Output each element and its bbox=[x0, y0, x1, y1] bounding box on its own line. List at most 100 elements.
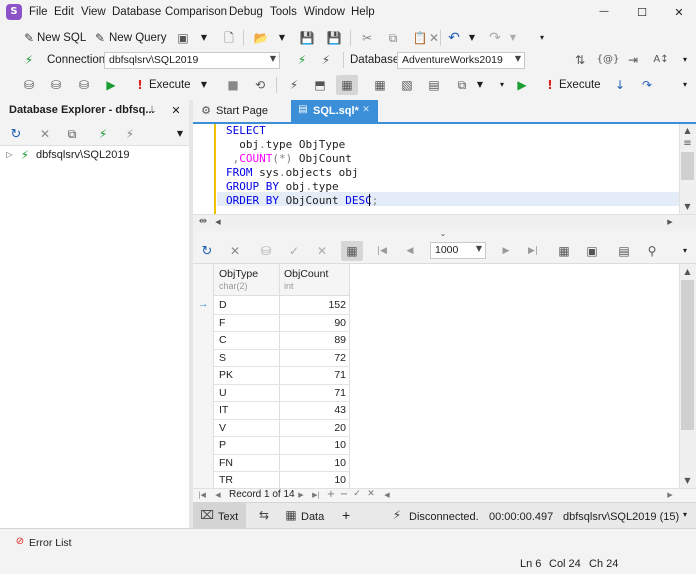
code-line[interactable]: ,COUNT(*) ObjCount bbox=[226, 152, 352, 165]
scroll-right-icon[interactable]: ▶ bbox=[665, 490, 675, 500]
cell-objcount[interactable]: 10 bbox=[280, 439, 346, 451]
scroll-right-icon[interactable]: ▶ bbox=[665, 217, 675, 227]
case-icon[interactable]: A↕ bbox=[653, 53, 669, 67]
cell-objcount[interactable]: 10 bbox=[280, 457, 346, 469]
dropdown-arrow-icon[interactable]: ▼ bbox=[475, 78, 485, 92]
post-record-icon[interactable]: ✓ bbox=[352, 489, 362, 500]
grid-view-icon[interactable]: ▦ bbox=[557, 244, 571, 258]
split-icon[interactable]: ≡ bbox=[682, 139, 693, 149]
prev-record-icon[interactable]: ◀ bbox=[213, 490, 223, 500]
format-icon[interactable]: ⇅ bbox=[573, 53, 587, 67]
menu-database[interactable]: Database bbox=[112, 6, 161, 18]
explorer-close-icon[interactable]: ✕ bbox=[170, 104, 182, 116]
new-query-icon[interactable]: ✎ bbox=[93, 31, 107, 45]
cell-objtype[interactable]: U bbox=[219, 387, 227, 399]
cancel-icon[interactable]: ✕ bbox=[228, 244, 242, 258]
apply-icon[interactable]: ⛁ bbox=[259, 244, 273, 258]
close-button[interactable]: ✕ bbox=[670, 5, 688, 19]
cell-objtype[interactable]: FN bbox=[219, 457, 233, 469]
scroll-left-icon[interactable]: ◀ bbox=[382, 490, 392, 500]
step-over-icon[interactable]: ↷ bbox=[640, 78, 654, 92]
cell-objtype[interactable]: P bbox=[219, 439, 226, 451]
menu-comparison[interactable]: Comparison bbox=[165, 6, 227, 18]
column-header-objcount[interactable]: ObjCount bbox=[284, 268, 328, 280]
cell-objcount[interactable]: 90 bbox=[280, 317, 346, 329]
undo-icon[interactable]: ↶ bbox=[447, 31, 461, 45]
table-icon[interactable]: ▤ bbox=[617, 244, 631, 258]
tree-item-server[interactable]: dbfsqlsrv\SQL2019 bbox=[36, 149, 130, 161]
new-sql-icon[interactable]: ✎ bbox=[22, 31, 36, 45]
layout-icon[interactable]: ▤ bbox=[427, 78, 441, 92]
minimize-button[interactable]: — bbox=[595, 5, 613, 19]
step-into-icon[interactable]: ↓ bbox=[613, 78, 627, 92]
grid-view-icon[interactable]: ▦ bbox=[340, 78, 354, 92]
pane-splitter-icon[interactable]: ⌄ bbox=[438, 230, 448, 238]
windows-icon[interactable]: ⧉ bbox=[455, 78, 469, 92]
cell-objtype[interactable]: S bbox=[219, 352, 226, 364]
code-line[interactable]: ORDER BY ObjCount DESC; bbox=[226, 194, 378, 207]
dropdown-arrow-icon[interactable]: ▼ bbox=[199, 31, 209, 45]
dropdown-arrow-icon[interactable]: ▼ bbox=[175, 127, 185, 141]
last-page-icon[interactable]: ▶| bbox=[526, 244, 540, 258]
menu-file[interactable]: File bbox=[29, 6, 48, 18]
menu-edit[interactable]: Edit bbox=[54, 6, 74, 18]
dropdown-arrow-icon[interactable]: ▼ bbox=[199, 78, 209, 92]
prev-page-icon[interactable]: ◀ bbox=[403, 244, 417, 258]
menu-view[interactable]: View bbox=[81, 6, 106, 18]
grid-mode-icon[interactable]: ▦ bbox=[345, 244, 359, 258]
next-page-icon[interactable]: ▶ bbox=[499, 244, 513, 258]
menu-window[interactable]: Window bbox=[304, 6, 345, 18]
disconnect-icon[interactable]: ⚡ bbox=[319, 53, 333, 67]
scroll-up-icon[interactable]: ▲ bbox=[682, 268, 693, 276]
scroll-left-icon[interactable]: ◀ bbox=[213, 217, 223, 227]
pin-icon[interactable]: ⊥ bbox=[146, 104, 158, 116]
scroll-down-icon[interactable]: ▼ bbox=[682, 477, 693, 485]
refresh-icon[interactable]: ↻ bbox=[200, 244, 214, 258]
save-icon[interactable]: 💾 bbox=[300, 31, 315, 45]
indent-icon[interactable]: ⇥ bbox=[626, 53, 640, 67]
connect-icon[interactable]: ⚡ bbox=[295, 53, 309, 67]
card-view-icon[interactable]: ▣ bbox=[585, 244, 599, 258]
image-icon[interactable]: ▧ bbox=[400, 78, 414, 92]
tab-start-page[interactable]: Start Page bbox=[216, 105, 268, 117]
export-icon[interactable]: ⬒ bbox=[313, 78, 327, 92]
tab-data[interactable]: Data bbox=[301, 511, 324, 523]
cell-objcount[interactable]: 71 bbox=[280, 387, 346, 399]
cell-objcount[interactable]: 152 bbox=[280, 299, 346, 311]
redo-icon[interactable]: ↷ bbox=[488, 31, 502, 45]
grid-scroll-thumb[interactable] bbox=[681, 280, 694, 430]
first-record-icon[interactable]: |◀ bbox=[197, 490, 207, 500]
first-page-icon[interactable]: |◀ bbox=[375, 244, 389, 258]
run-icon[interactable]: ▶ bbox=[515, 78, 529, 92]
delete-icon[interactable]: ✕ bbox=[38, 127, 52, 141]
tab-text[interactable]: Text bbox=[218, 511, 238, 523]
refresh-icon[interactable]: ↻ bbox=[9, 127, 23, 141]
execute-icon[interactable]: ! bbox=[545, 78, 555, 92]
cell-objcount[interactable]: 71 bbox=[280, 369, 346, 381]
remove-record-icon[interactable]: − bbox=[339, 489, 349, 500]
properties-icon[interactable]: ⧉ bbox=[65, 127, 79, 141]
last-record-icon[interactable]: ▶| bbox=[311, 490, 321, 500]
more-icon[interactable]: ▾ bbox=[680, 244, 690, 258]
more-icon[interactable]: ▾ bbox=[680, 78, 690, 92]
maximize-button[interactable]: ☐ bbox=[633, 5, 651, 19]
split-horizontal-icon[interactable]: ⇹ bbox=[197, 216, 209, 228]
run-icon[interactable]: ▶ bbox=[104, 78, 118, 92]
dropdown-arrow-icon[interactable]: ▼ bbox=[277, 31, 287, 45]
window-icon[interactable]: ▣ bbox=[176, 31, 190, 45]
new-file-icon[interactable]: 🗋 bbox=[222, 31, 236, 45]
column-header-objtype[interactable]: ObjType bbox=[219, 268, 258, 280]
cell-objtype[interactable]: PK bbox=[219, 369, 233, 381]
menu-help[interactable]: Help bbox=[351, 6, 375, 18]
cell-objtype[interactable]: C bbox=[219, 334, 227, 346]
expand-icon[interactable]: ▷ bbox=[5, 149, 14, 161]
add-record-icon[interactable]: + bbox=[326, 489, 336, 500]
connection-plug-icon[interactable]: ⚡ bbox=[22, 53, 36, 67]
switch-icon[interactable]: ⇆ bbox=[257, 508, 271, 522]
paste-icon[interactable]: 📋 bbox=[413, 31, 428, 45]
error-list-tab[interactable]: Error List bbox=[29, 537, 72, 549]
database-icon[interactable]: ⛁ bbox=[22, 78, 36, 92]
cell-objtype[interactable]: F bbox=[219, 317, 225, 329]
cut-icon[interactable]: ✂ bbox=[360, 31, 374, 45]
menu-tools[interactable]: Tools bbox=[270, 6, 297, 18]
